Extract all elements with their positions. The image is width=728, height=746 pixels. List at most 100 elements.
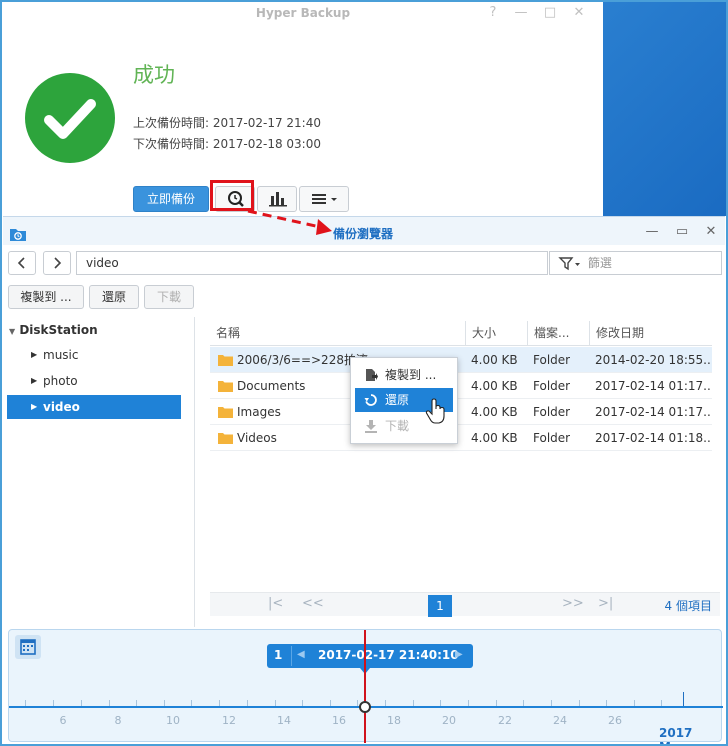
column-header-size[interactable]: 大小	[465, 321, 527, 346]
previous-version-icon[interactable]: ◀	[297, 649, 305, 660]
close-icon[interactable]: ✕	[703, 224, 719, 239]
table-row[interactable]: Videos 4.00 KB Folder 2017-02-14 01:18..…	[210, 425, 712, 451]
file-name: Videos	[237, 431, 277, 445]
maximize-icon[interactable]: □	[542, 5, 558, 20]
dashed-arrow-icon	[247, 209, 332, 235]
file-type: Folder	[533, 431, 571, 445]
file-size: 4.00 KB	[471, 379, 518, 393]
file-modified: 2014-02-20 18:55...	[595, 353, 710, 367]
day-label: 16	[332, 714, 346, 727]
folder-tree: ▼ DiskStation ▶ music ▶ photo ▶ video	[3, 317, 195, 627]
download-icon	[365, 420, 377, 433]
first-page-icon[interactable]: |<	[268, 596, 283, 611]
next-backup-time: 下次備份時間: 2017-02-18 03:00	[133, 137, 321, 151]
copy-icon	[366, 369, 378, 381]
restore-button[interactable]: 還原	[89, 285, 139, 309]
filter-input[interactable]: 篩選	[549, 251, 722, 275]
tree-item-music[interactable]: ▶ music	[7, 343, 181, 367]
column-header-type[interactable]: 檔案...	[527, 321, 589, 346]
restore-icon	[364, 394, 377, 406]
menu-item-copy-to[interactable]: 複製到 ...	[355, 363, 453, 387]
table-row[interactable]: Documents 4.00 KB Folder 2017-02-14 01:1…	[210, 373, 712, 399]
minimize-icon[interactable]: —	[644, 224, 660, 239]
chevron-left-icon	[17, 257, 25, 269]
maximize-icon[interactable]: ▭	[674, 224, 690, 239]
day-label: 24	[553, 714, 567, 727]
day-label: 6	[59, 714, 67, 727]
backup-status: 成功	[133, 63, 175, 87]
window-header: 備份瀏覽器 — ▭ ✕	[3, 217, 725, 245]
back-button[interactable]	[8, 251, 36, 275]
selected-time: 2017-02-17 21:40:10	[318, 648, 459, 662]
day-label: 12	[222, 714, 236, 727]
close-icon[interactable]: ✕	[571, 5, 587, 20]
triangle-down-icon: ▼	[9, 327, 16, 336]
folder-icon	[218, 407, 233, 418]
calendar-icon	[20, 639, 36, 655]
day-label: 14	[277, 714, 291, 727]
tree-item-label: photo	[43, 374, 78, 388]
menu-item-label: 複製到 ...	[385, 368, 437, 382]
hyper-backup-window: Hyper Backup ? — □ ✕ 成功 上次備份時間: 2017-02-…	[3, 3, 603, 216]
desktop-background	[603, 0, 728, 216]
table-row[interactable]: Images 4.00 KB Folder 2017-02-14 01:17..…	[210, 399, 712, 425]
help-icon[interactable]: ?	[485, 5, 501, 20]
table-row[interactable]: 2006/3/6==>228拍濟....... 4.00 KB Folder 2…	[210, 347, 712, 373]
last-page-icon[interactable]: >|	[598, 596, 613, 611]
backup-folder-icon	[10, 229, 26, 241]
current-time-marker	[364, 630, 366, 743]
copy-to-button[interactable]: 複製到 ...	[8, 285, 84, 309]
triangle-right-icon: ▶	[31, 376, 38, 385]
file-size: 4.00 KB	[471, 431, 518, 445]
download-button[interactable]: 下載	[144, 285, 194, 309]
menu-item-label: 下載	[385, 419, 410, 433]
next-page-icon[interactable]: >>	[562, 596, 584, 611]
file-name: Images	[237, 405, 281, 419]
calendar-button[interactable]	[15, 635, 41, 659]
tree-item-label: music	[43, 348, 79, 362]
folder-icon	[218, 381, 233, 392]
file-size: 4.00 KB	[471, 405, 518, 419]
file-modified: 2017-02-14 01:17...	[595, 405, 710, 419]
file-modified: 2017-02-14 01:18...	[595, 431, 710, 445]
backup-now-button[interactable]: 立即備份	[133, 186, 209, 212]
version-timeline: 1 ◀ 2017-02-17 21:40:10 ▶ 6 8 10 12 14 1…	[8, 629, 723, 746]
folder-icon	[218, 433, 233, 444]
next-version-icon[interactable]: ▶	[455, 649, 463, 660]
filter-placeholder: 篩選	[587, 256, 612, 270]
triangle-right-icon: ▶	[31, 402, 38, 411]
triangle-right-icon: ▶	[31, 350, 38, 359]
tree-item-photo[interactable]: ▶ photo	[7, 369, 181, 393]
path-field[interactable]: video	[76, 251, 548, 275]
day-label: 18	[387, 714, 401, 727]
column-header-modified[interactable]: 修改日期	[589, 321, 712, 346]
day-label: 8	[114, 714, 122, 727]
last-backup-time: 上次備份時間: 2017-02-17 21:40	[133, 116, 321, 130]
current-page[interactable]: 1	[428, 595, 452, 617]
menu-item-label: 還原	[385, 393, 410, 407]
version-selector: 1 ◀ 2017-02-17 21:40:10 ▶	[267, 644, 473, 668]
forward-button[interactable]	[43, 251, 71, 275]
day-label: 20	[442, 714, 456, 727]
grid-header: 名稱 大小 檔案... 修改日期	[210, 321, 712, 346]
tree-item-label: video	[43, 400, 80, 414]
file-size: 4.00 KB	[471, 353, 518, 367]
minimize-icon[interactable]: —	[513, 5, 529, 20]
pagination-bar: |< << 1 >> >| 4 個項目	[210, 592, 720, 617]
filter-icon	[558, 256, 580, 270]
tree-root[interactable]: ▼ DiskStation	[9, 323, 98, 337]
column-header-name[interactable]: 名稱	[210, 321, 465, 346]
previous-page-icon[interactable]: <<	[302, 596, 324, 611]
file-type: Folder	[533, 353, 571, 367]
file-name: Documents	[237, 379, 306, 393]
file-type: Folder	[533, 379, 571, 393]
tree-item-video[interactable]: ▶ video	[7, 395, 181, 419]
timeline-knob[interactable]	[359, 701, 371, 713]
month-label: 2017 Mar	[659, 726, 693, 746]
file-modified: 2017-02-14 01:17...	[595, 379, 710, 393]
version-index: 1	[274, 648, 283, 662]
item-count: 4 個項目	[664, 599, 712, 613]
day-label: 10	[166, 714, 180, 727]
file-type: Folder	[533, 405, 571, 419]
hand-cursor-icon	[425, 398, 445, 424]
